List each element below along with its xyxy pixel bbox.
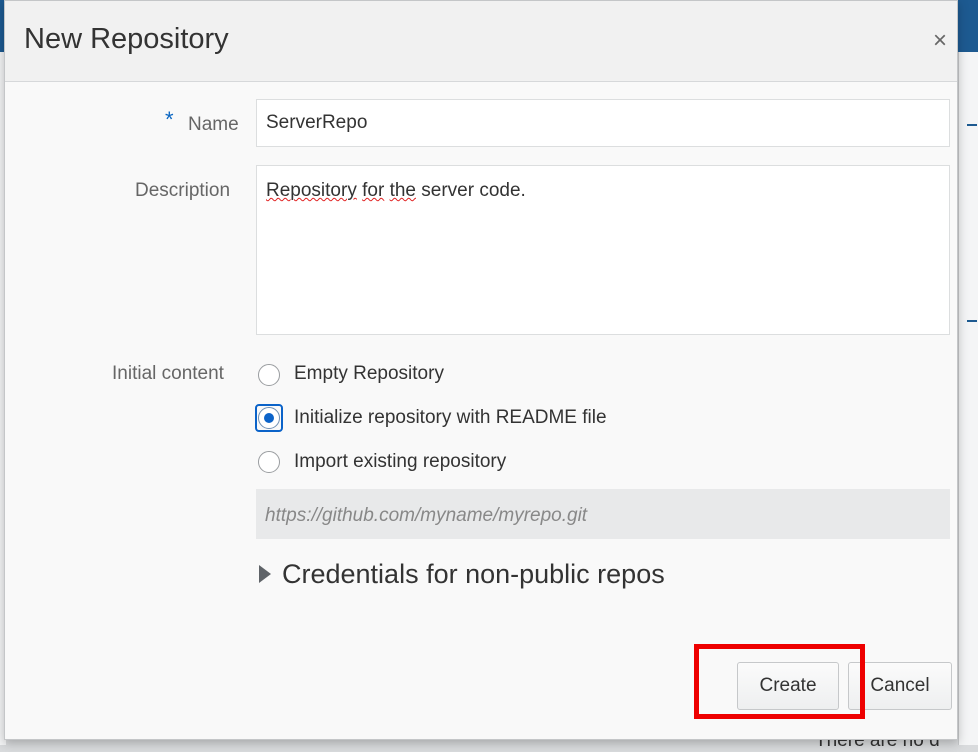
dialog-header: New Repository × (5, 1, 957, 82)
triangle-right-icon (259, 565, 271, 583)
required-marker: * (165, 107, 174, 132)
radio-label-initialize-readme[interactable]: Initialize repository with README file (294, 407, 607, 429)
import-url-input[interactable]: https://github.com/myname/myrepo.git (256, 489, 950, 539)
cancel-button[interactable]: Cancel (848, 662, 952, 710)
description-text: server code. (421, 180, 526, 201)
close-icon[interactable]: × (930, 29, 950, 53)
name-label: Name (188, 114, 239, 135)
radio-label-import-existing[interactable]: Import existing repository (294, 451, 506, 473)
description-word: Repository (266, 180, 357, 201)
radio-import-existing[interactable] (258, 451, 280, 473)
radio-initialize-readme[interactable] (258, 407, 280, 429)
initial-content-label: Initial content (112, 363, 224, 384)
name-input[interactable]: ServerRepo (256, 99, 950, 147)
description-word: for (362, 180, 385, 201)
new-repository-dialog: New Repository × * Name ServerRepo Descr… (4, 0, 958, 740)
description-label: Description (135, 180, 231, 201)
background-tick (967, 320, 977, 322)
description-word: the (389, 180, 416, 201)
create-button[interactable]: Create (737, 662, 839, 710)
radio-label-empty-repository[interactable]: Empty Repository (294, 363, 444, 385)
background-tick (967, 124, 977, 126)
description-textarea[interactable]: Repository for the server code. (256, 165, 950, 335)
background-app-right-edge (958, 52, 978, 745)
dialog-title: New Repository (24, 23, 229, 55)
radio-empty-repository[interactable] (258, 364, 280, 386)
credentials-toggle-label: Credentials for non-public repos (282, 559, 665, 589)
